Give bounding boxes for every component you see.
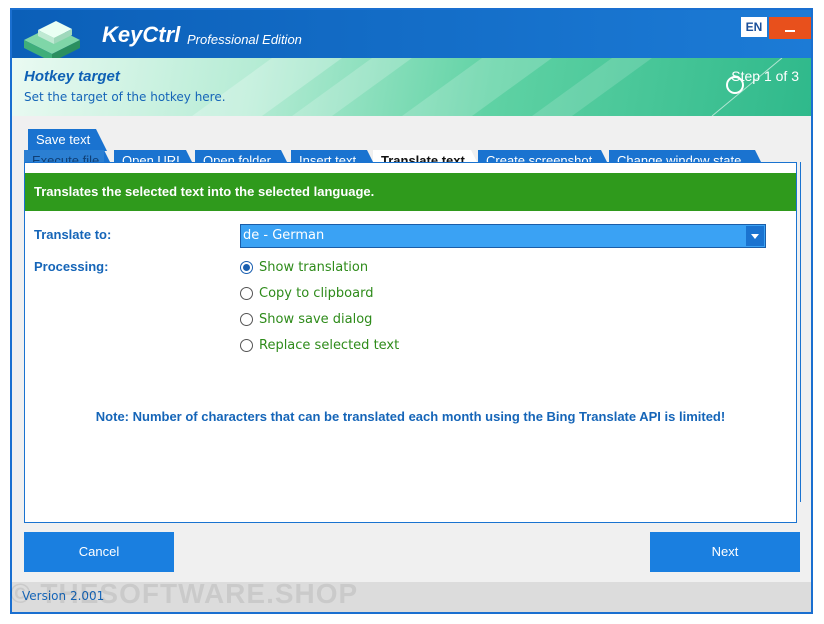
tab-description: Translates the selected text into the se… [25, 173, 796, 211]
language-select-value: de - German [243, 228, 325, 243]
banner-subtitle: Set the target of the hotkey here. [24, 90, 226, 104]
tab-label: Save text [36, 132, 91, 147]
radio-button[interactable] [240, 338, 253, 352]
banner-decoration [192, 58, 783, 116]
app-title: KeyCtrl [102, 22, 181, 47]
banner-title: Hotkey target [24, 68, 120, 85]
radio-show-save-dialog[interactable]: Show save dialog [240, 310, 372, 328]
step-circle-icon [726, 76, 744, 94]
api-limit-note: Note: Number of characters that can be t… [95, 409, 726, 424]
language-select[interactable]: de - German [240, 224, 766, 248]
watermark: © THESOFTWARE.SHOP [10, 578, 359, 609]
language-button[interactable]: EN [741, 17, 767, 37]
app-window: KeyCtrl Professional Edition EN Hotkey t… [10, 8, 813, 614]
radio-copy-to-clipboard[interactable]: Copy to clipboard [240, 284, 373, 302]
radio-show-translation[interactable]: Show translation [240, 258, 368, 276]
radio-label: Show translation [259, 259, 369, 275]
radio-button[interactable] [240, 312, 253, 326]
radio-button[interactable] [240, 286, 253, 300]
app-logo-icon [24, 21, 80, 58]
cancel-button[interactable]: Cancel [24, 532, 174, 572]
processing-label: Processing: [34, 259, 109, 274]
tab-panel: Translates the selected text into the se… [24, 162, 797, 523]
translate-to-label: Translate to: [34, 227, 112, 242]
minimize-button[interactable] [769, 17, 811, 39]
step-banner: Hotkey target Set the target of the hotk… [12, 58, 811, 116]
tab-save-text[interactable]: Save text [28, 129, 107, 151]
panel-border [797, 162, 801, 502]
title-bar: KeyCtrl Professional Edition EN [12, 10, 811, 58]
radio-label: Copy to clipboard [259, 285, 374, 301]
app-edition: Professional Edition [187, 32, 302, 47]
next-button[interactable]: Next [650, 532, 800, 572]
radio-label: Show save dialog [259, 311, 373, 327]
radio-button[interactable] [240, 260, 253, 274]
radio-replace-selected-text[interactable]: Replace selected text [240, 336, 399, 354]
chevron-down-icon[interactable] [746, 226, 764, 246]
radio-label: Replace selected text [259, 337, 400, 353]
